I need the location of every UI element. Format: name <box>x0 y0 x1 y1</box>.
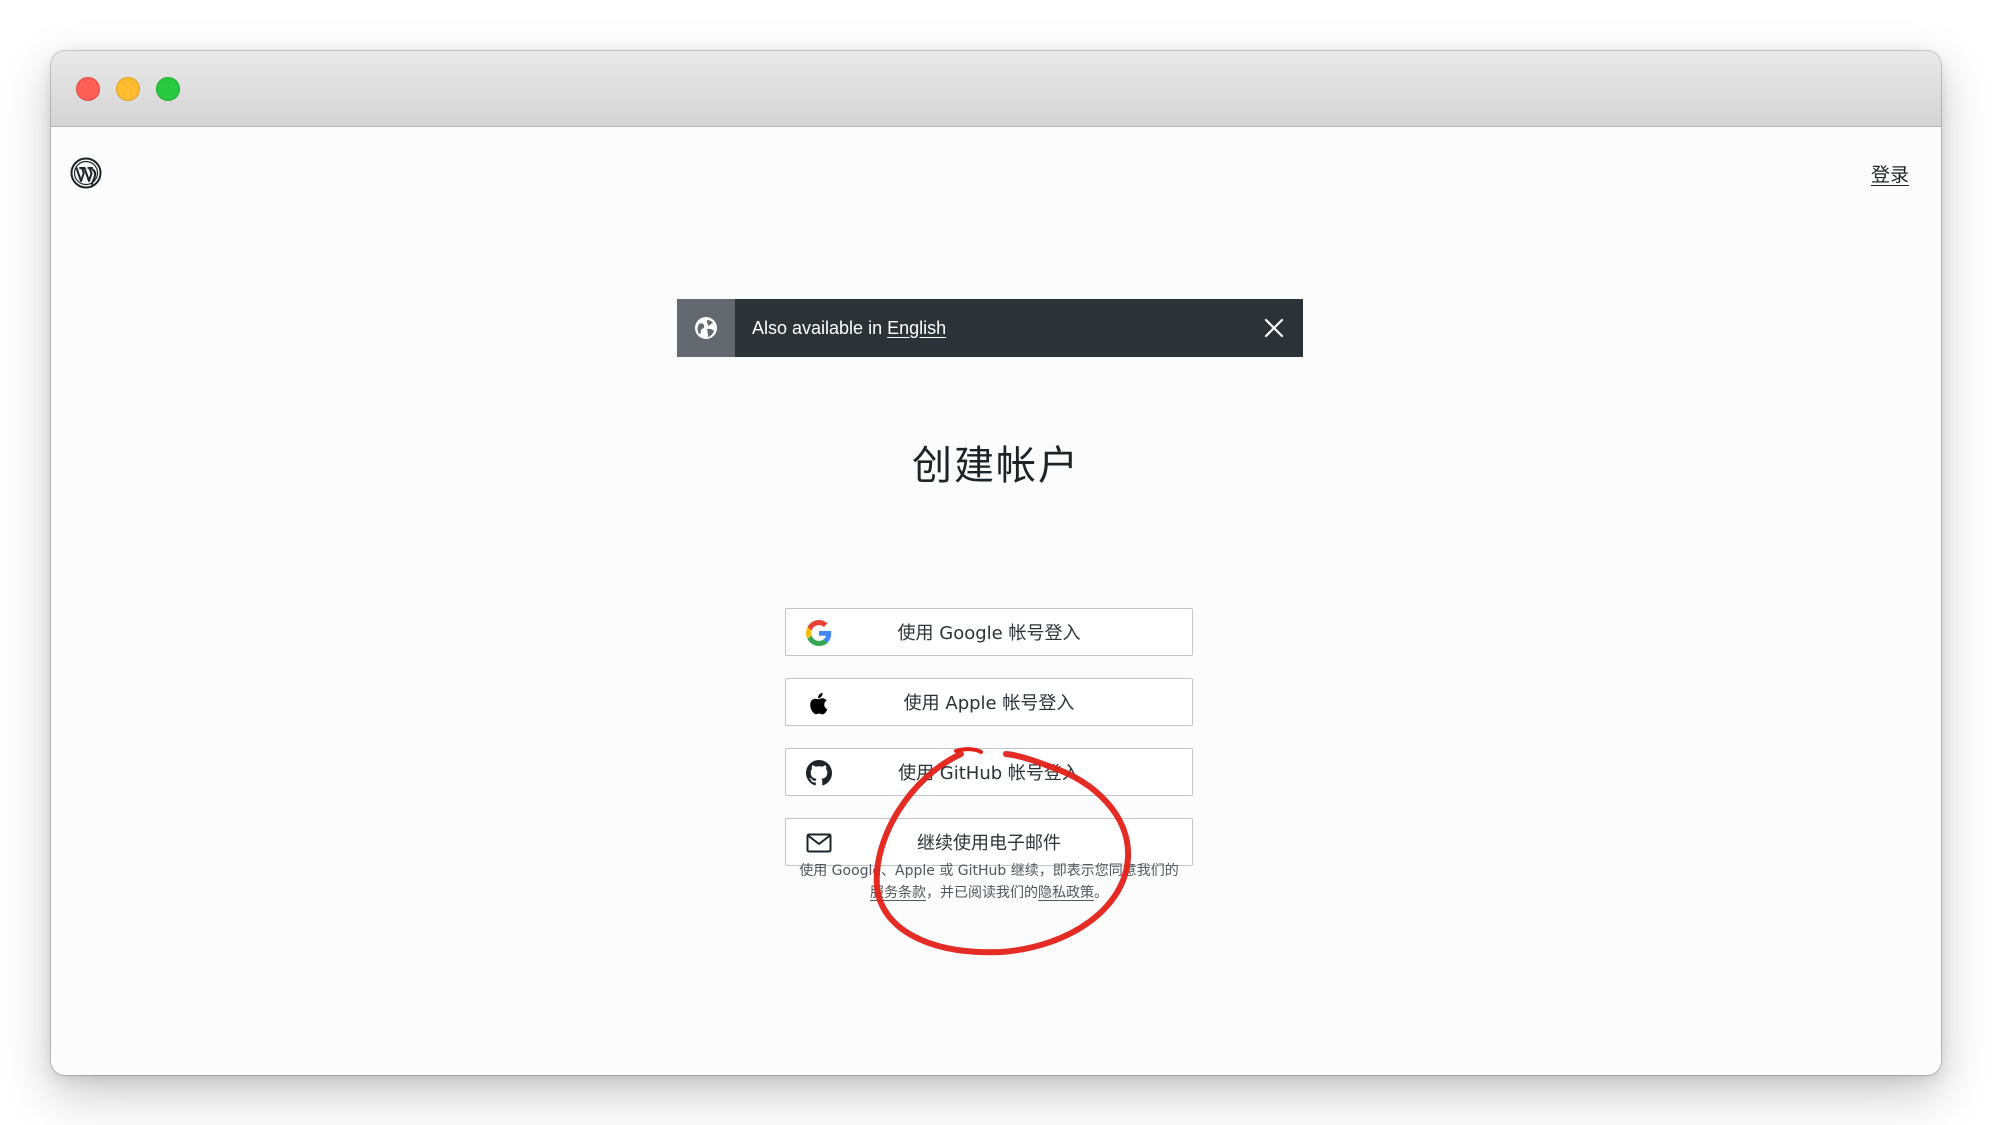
github-icon <box>806 760 832 786</box>
terms-line1: 使用 Google、Apple 或 GitHub 继续，即表示您同意我们的 <box>799 863 1179 879</box>
globe-icon <box>677 299 735 357</box>
github-signin-button[interactable]: 使用 GitHub 帐号登入 <box>785 748 1193 796</box>
apple-signin-label: 使用 Apple 帐号登入 <box>903 693 1075 714</box>
minimize-window-button[interactable] <box>116 77 140 101</box>
terms-notice: 使用 Google、Apple 或 GitHub 继续，即表示您同意我们的 服务… <box>785 860 1193 904</box>
terms-of-service-link[interactable]: 服务条款 <box>870 885 926 901</box>
privacy-policy-link[interactable]: 隐私政策 <box>1038 885 1094 901</box>
close-window-button[interactable] <box>76 77 100 101</box>
email-continue-button[interactable]: 继续使用电子邮件 <box>785 818 1193 866</box>
wordpress-logo-icon[interactable] <box>70 157 102 189</box>
language-banner: Also available in English <box>677 299 1303 357</box>
terms-end: 。 <box>1094 885 1108 901</box>
red-annotation-circle <box>873 747 1132 956</box>
window-titlebar <box>51 51 1941 127</box>
banner-text-prefix: Also available in <box>752 317 888 338</box>
page-title: 创建帐户 <box>912 443 1080 489</box>
banner-text: Also available in English <box>752 318 1245 339</box>
google-signin-button[interactable]: 使用 Google 帐号登入 <box>785 608 1193 656</box>
google-icon <box>806 620 832 646</box>
english-language-link[interactable]: English <box>887 318 946 338</box>
screen: 登录 Also available in English 创建帐户 使用 Goo… <box>0 0 1992 1125</box>
google-signin-label: 使用 Google 帐号登入 <box>897 623 1081 644</box>
page-content: 登录 Also available in English 创建帐户 使用 Goo… <box>51 127 1941 1075</box>
browser-window: 登录 Also available in English 创建帐户 使用 Goo… <box>51 51 1941 1075</box>
terms-middle: ，并已阅读我们的 <box>926 885 1038 901</box>
login-link[interactable]: 登录 <box>1871 160 1909 187</box>
zoom-window-button[interactable] <box>156 77 180 101</box>
github-signin-label: 使用 GitHub 帐号登入 <box>898 763 1080 784</box>
close-icon[interactable] <box>1245 299 1303 357</box>
apple-signin-button[interactable]: 使用 Apple 帐号登入 <box>785 678 1193 726</box>
mail-icon <box>806 830 832 856</box>
apple-icon <box>806 690 832 716</box>
email-continue-label: 继续使用电子邮件 <box>917 833 1061 854</box>
